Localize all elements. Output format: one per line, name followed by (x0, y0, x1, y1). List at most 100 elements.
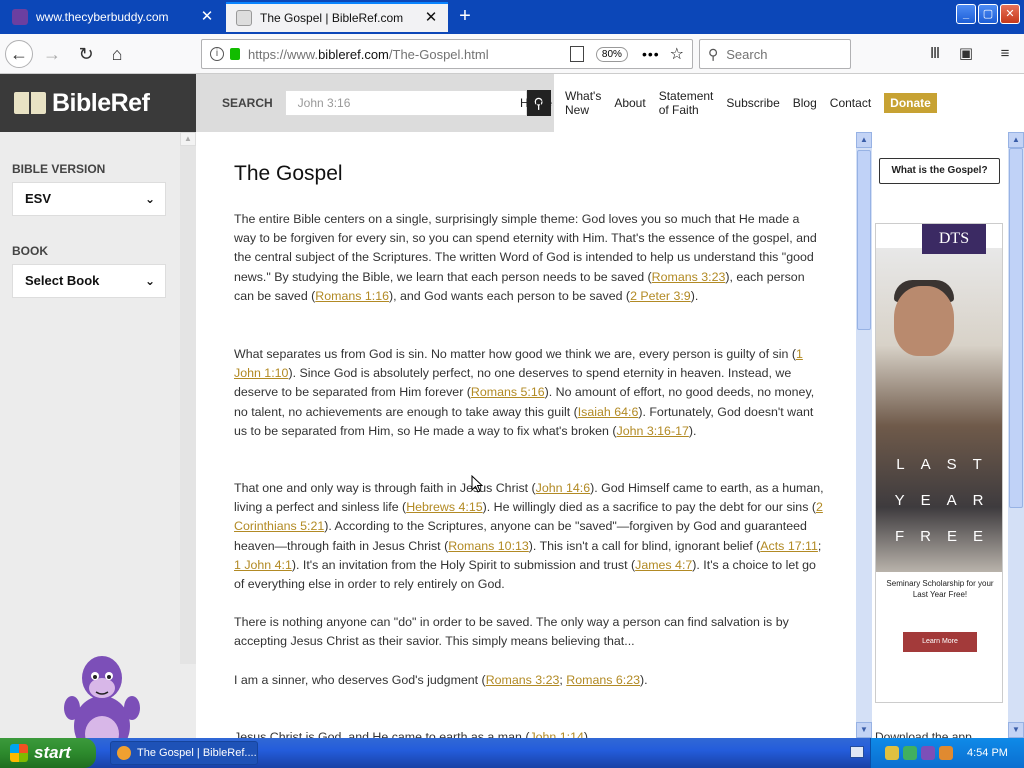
scripture-reference-link[interactable]: Romans 1:16 (315, 289, 389, 303)
site-logo[interactable]: BibleRef (0, 74, 196, 132)
logo-text: BibleRef (52, 88, 150, 117)
network-icon[interactable] (903, 746, 917, 760)
site-search-input[interactable]: John 3:16 (284, 90, 527, 116)
scroll-thumb[interactable] (857, 150, 871, 330)
taskbar-item-firefox[interactable]: The Gospel | BibleRef.... (110, 741, 258, 765)
tab-title: The Gospel | BibleRef.com (260, 11, 404, 25)
article-content: The Gospel The entire Bible centers on a… (196, 132, 856, 738)
open-book-icon (14, 92, 46, 114)
page-actions-icon[interactable]: ••• (642, 46, 660, 62)
close-tab-icon[interactable]: ✕ (424, 10, 438, 25)
ad-caption: Seminary Scholarship for your Last Year … (886, 579, 994, 599)
nav-blog[interactable]: Blog (793, 96, 817, 110)
search-icon: ⚲ (708, 45, 719, 62)
close-window-button[interactable]: ✕ (1000, 4, 1020, 24)
info-icon[interactable]: i (210, 47, 224, 61)
scripture-reference-link[interactable]: 2 Peter 3:9 (630, 289, 691, 303)
chevron-down-icon: ⌄ (144, 192, 155, 206)
tab-title: www.thecyberbuddy.com (36, 10, 169, 24)
back-button[interactable]: ← (5, 40, 33, 68)
close-tab-icon[interactable]: ✕ (200, 9, 214, 24)
scripture-reference-link[interactable]: James 4:7 (635, 558, 692, 572)
scroll-up-icon[interactable]: ▲ (180, 132, 196, 146)
article-paragraph: That one and only way is through faith i… (234, 481, 824, 592)
scripture-reference-link[interactable]: Acts 17:11 (760, 539, 818, 553)
scripture-reference-link[interactable]: 1 John 1:10 (234, 347, 803, 380)
nav-statement-of-faith[interactable]: Statement of Faith (659, 89, 714, 117)
what-is-the-gospel-button[interactable]: What is the Gospel? (879, 158, 1000, 184)
scripture-reference-link[interactable]: Hebrews 4:15 (406, 500, 482, 514)
learn-more-button[interactable]: Learn More (903, 632, 977, 652)
scripture-reference-link[interactable]: Isaiah 64:6 (578, 405, 639, 419)
clock: 4:54 PM (967, 747, 1008, 759)
address-bar[interactable]: i https://www.bibleref.com/The-Gospel.ht… (201, 39, 693, 69)
scripture-reference-link[interactable]: John 3:16-17 (617, 424, 689, 438)
new-tab-button[interactable]: + (454, 6, 476, 28)
search-placeholder: Search (726, 46, 768, 62)
browser-search-input[interactable]: ⚲ Search (699, 39, 851, 69)
tray-app-icon[interactable] (885, 746, 899, 760)
book-select[interactable]: Select Book ⌄ (12, 264, 166, 298)
web-page: BibleRef SEARCH John 3:16 ⚲ Home What's … (0, 74, 1024, 738)
sidebar-scrollbar[interactable]: ▲ (180, 132, 196, 664)
minimize-button[interactable]: _ (956, 4, 976, 24)
search-tray-icon[interactable] (939, 746, 953, 760)
bonzi-tray-icon[interactable] (921, 746, 935, 760)
bible-version-select[interactable]: ESV ⌄ (12, 182, 166, 216)
person-face (894, 286, 954, 356)
book-label: BOOK (12, 244, 48, 258)
scripture-reference-link[interactable]: 2 Corinthians 5:21 (234, 500, 823, 533)
scroll-thumb[interactable] (1009, 148, 1023, 508)
windows-logo-icon (10, 744, 28, 762)
nav-subscribe[interactable]: Subscribe (726, 96, 779, 110)
scripture-reference-link[interactable]: Romans 5:16 (471, 385, 545, 399)
article-paragraph: The entire Bible centers on a single, su… (234, 212, 817, 303)
library-icon[interactable]: Ⅲ (926, 46, 944, 62)
tab-thecyberbuddy[interactable]: www.thecyberbuddy.com ✕ (2, 2, 224, 32)
keyboard-icon[interactable] (850, 746, 864, 758)
firefox-icon (117, 746, 131, 760)
scroll-down-icon[interactable]: ▼ (1008, 722, 1024, 738)
mouse-cursor-icon (471, 475, 483, 493)
download-app-text: Download the app (875, 730, 972, 738)
restore-button[interactable]: ▢ (978, 4, 998, 24)
nav-whats-new[interactable]: What's New (565, 89, 601, 117)
browser-scrollbar[interactable]: ▲ ▼ (1008, 132, 1024, 738)
top-navigation: Home What's New About Statement of Faith… (520, 74, 950, 132)
home-button[interactable]: ⌂ (103, 40, 131, 68)
article-paragraph: Jesus Christ is God, and He came to eart… (234, 728, 824, 738)
url-text[interactable]: https://www.bibleref.com/The-Gospel.html (248, 47, 570, 62)
scroll-down-icon[interactable]: ▼ (856, 722, 872, 738)
scripture-reference-link[interactable]: 1 John 4:1 (234, 558, 292, 572)
search-label: SEARCH (222, 96, 273, 110)
ad-word: FREE (894, 528, 999, 545)
scripture-reference-link[interactable]: Romans 6:23 (566, 673, 640, 687)
scroll-up-icon[interactable]: ▲ (856, 132, 872, 148)
window-controls: _ ▢ ✕ (956, 4, 1020, 24)
start-button[interactable]: start (0, 738, 96, 768)
zoom-level[interactable]: 80% (595, 46, 628, 62)
forward-button[interactable]: → (38, 40, 66, 68)
donate-button[interactable]: Donate (884, 93, 937, 113)
nav-home[interactable]: Home (520, 96, 552, 110)
scripture-reference-link[interactable]: Romans 10:13 (448, 539, 529, 553)
scripture-reference-link[interactable]: John 1:14 (529, 730, 583, 738)
scripture-reference-link[interactable]: Romans 3:23 (486, 673, 560, 687)
scroll-up-icon[interactable]: ▲ (1008, 132, 1024, 148)
dts-advertisement[interactable]: LAST YEAR FREE DTS Seminary Scholarship … (875, 223, 1003, 703)
reload-button[interactable]: ↻ (72, 40, 100, 68)
nav-about[interactable]: About (614, 96, 645, 110)
scripture-reference-link[interactable]: John 14:6 (536, 481, 590, 495)
tab-bibleref[interactable]: The Gospel | BibleRef.com ✕ (226, 2, 448, 32)
nav-contact[interactable]: Contact (830, 96, 871, 110)
reader-view-icon[interactable] (569, 46, 584, 62)
bookmark-star-icon[interactable]: ☆ (670, 44, 684, 64)
scripture-reference-link[interactable]: Romans 3:23 (652, 270, 726, 284)
right-column: What is the Gospel? LAST YEAR FREE DTS S… (872, 132, 1008, 738)
menu-icon[interactable]: ≡ (996, 46, 1014, 62)
sidebar-icon[interactable]: ▣ (957, 46, 975, 62)
content-scrollbar[interactable]: ▲ ▼ (856, 132, 872, 738)
site-search: SEARCH John 3:16 ⚲ (196, 74, 554, 132)
site-header: BibleRef SEARCH John 3:16 ⚲ Home What's … (0, 74, 937, 132)
cyberbuddy-favicon-icon (12, 9, 28, 25)
